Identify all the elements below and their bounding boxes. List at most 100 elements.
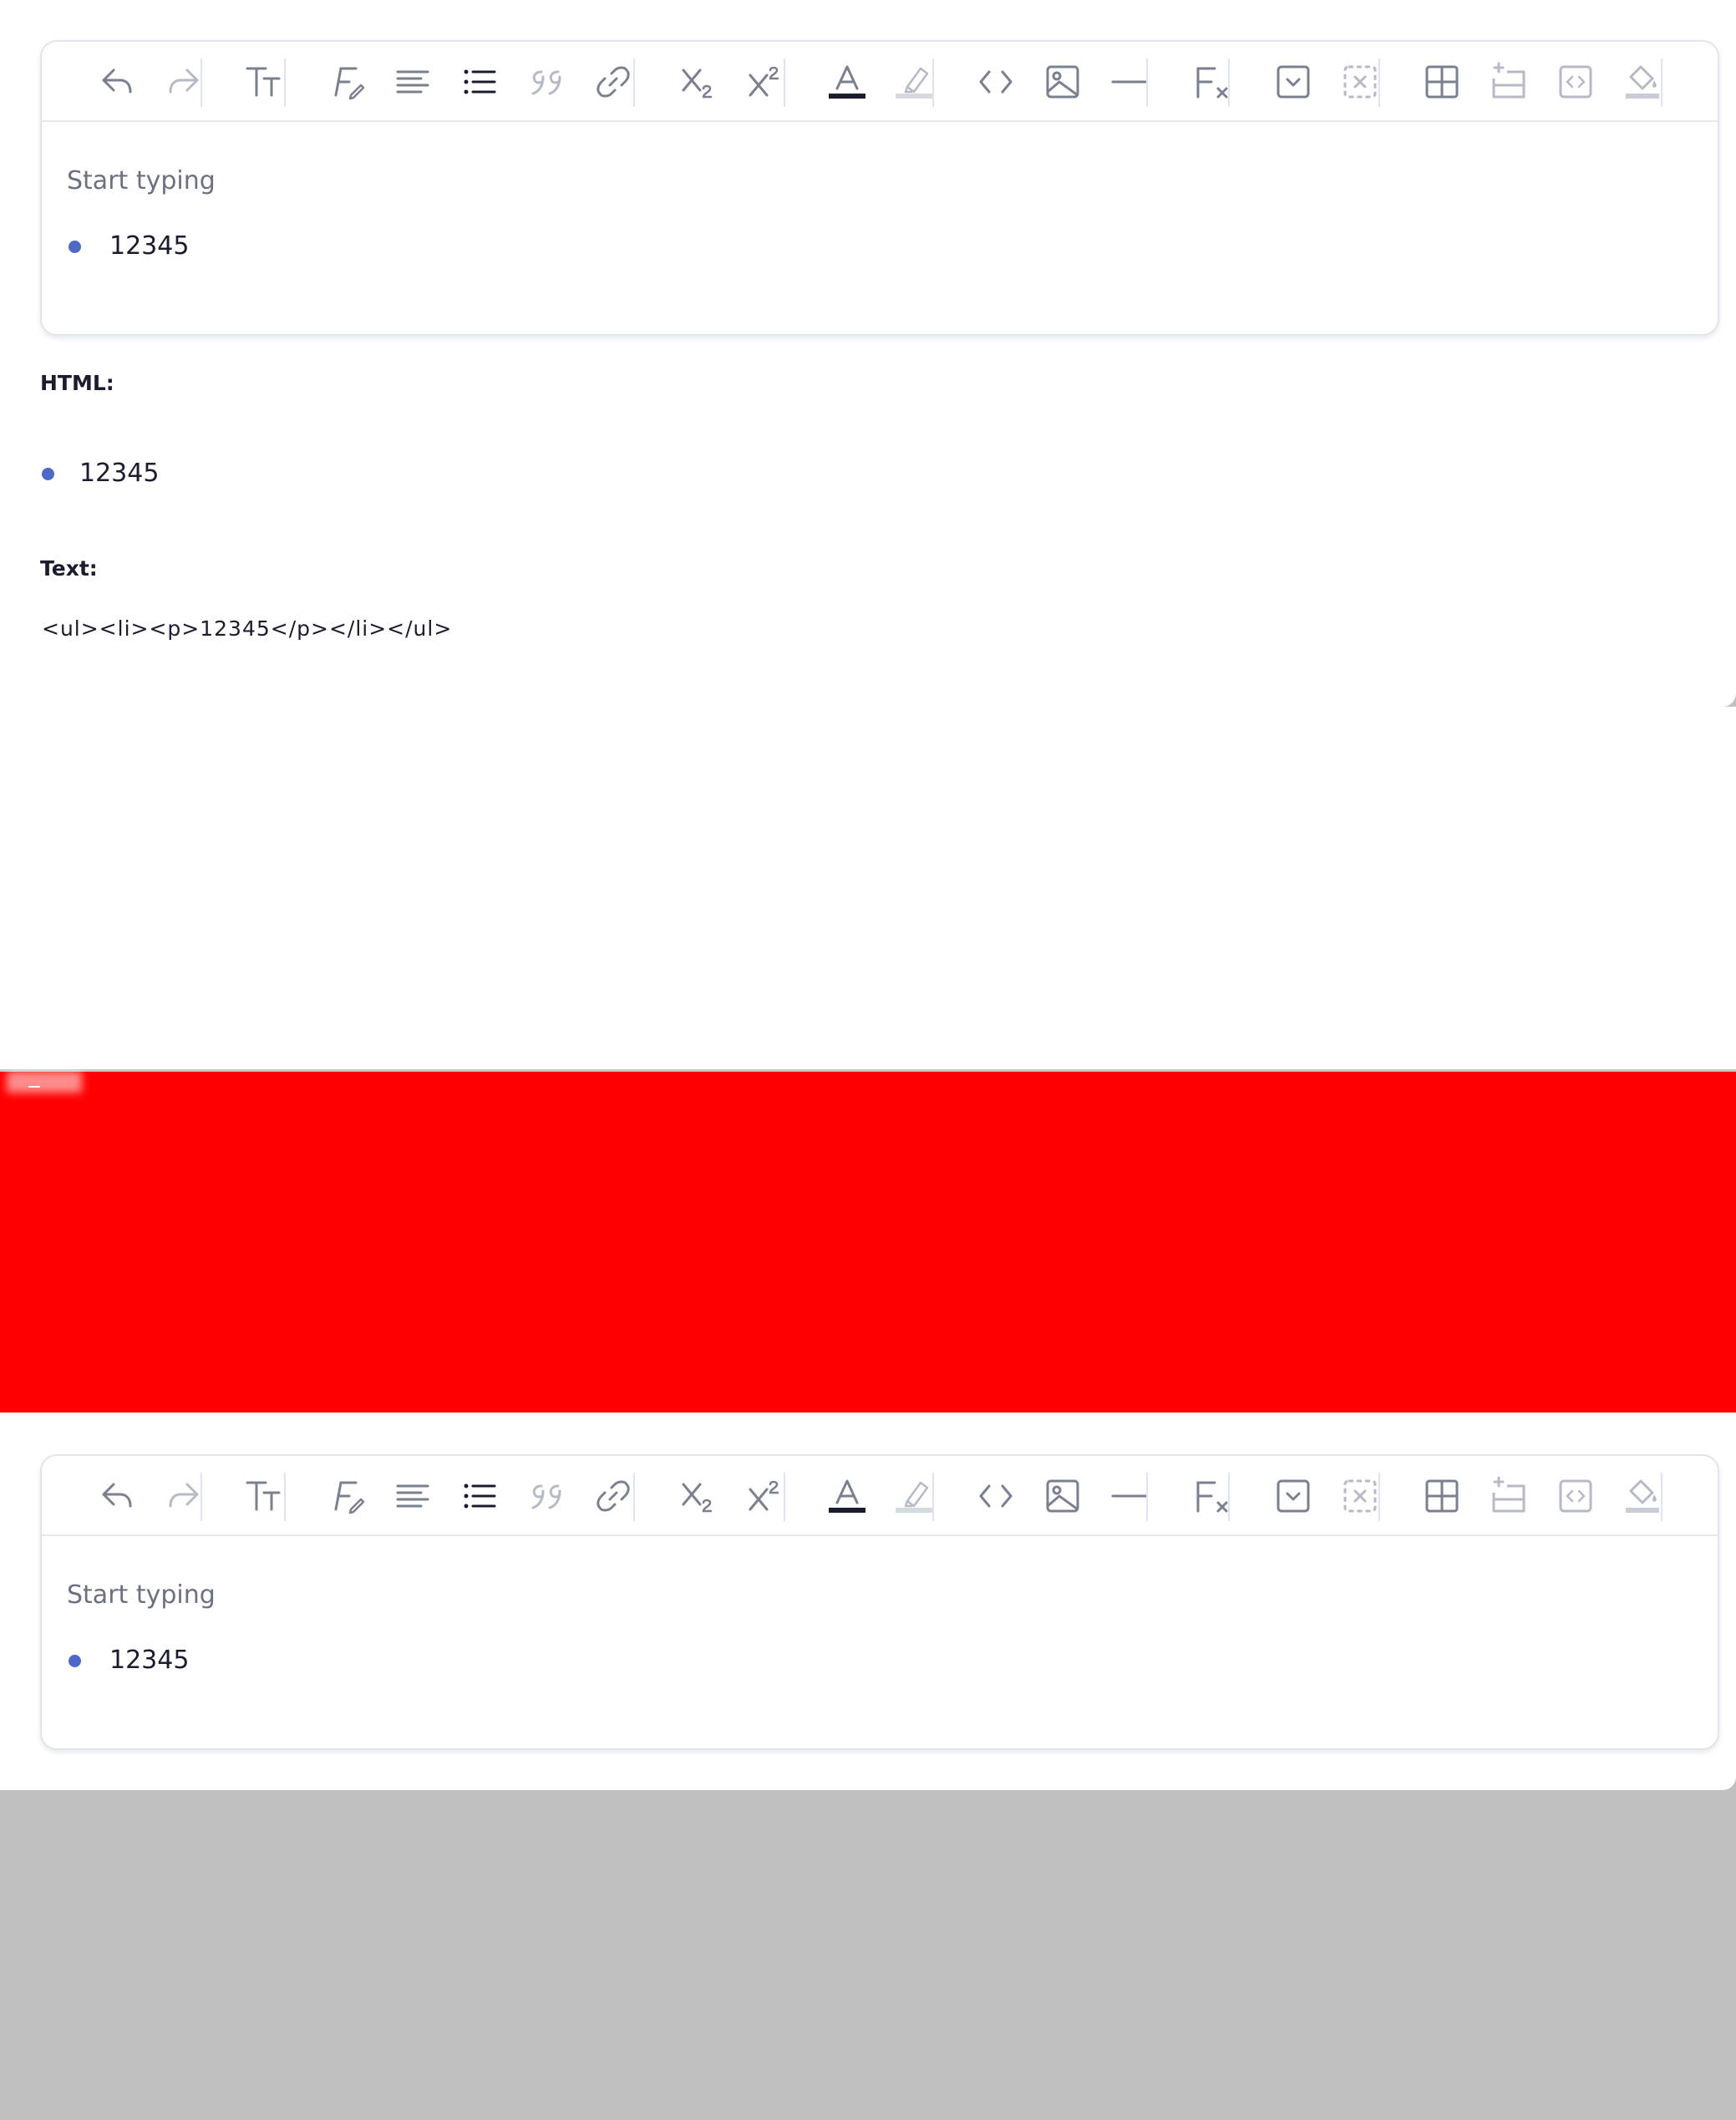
- table-button[interactable]: [1419, 1474, 1465, 1518]
- bullet-list-button[interactable]: [456, 60, 503, 104]
- undo-button[interactable]: [94, 1474, 140, 1518]
- toolbar-separator: [201, 58, 202, 107]
- add-row-icon: [1492, 62, 1525, 99]
- font-size-icon: [246, 67, 281, 97]
- subscript-icon: [682, 1483, 713, 1513]
- page-spacer: [0, 707, 1736, 1069]
- align-left-icon: [396, 70, 429, 94]
- code-button[interactable]: [972, 1474, 1019, 1518]
- superscript-icon: [749, 1480, 779, 1511]
- subscript-button[interactable]: [675, 1474, 722, 1518]
- details-button[interactable]: [1270, 60, 1317, 104]
- embed-icon: [1559, 1479, 1592, 1513]
- font-size-button[interactable]: [241, 1474, 287, 1518]
- toolbar-separator: [1661, 58, 1662, 107]
- image-button[interactable]: [1039, 1474, 1086, 1518]
- embed-button[interactable]: [1552, 60, 1599, 104]
- code-icon: [979, 70, 1013, 94]
- blockquote-icon: [531, 1484, 561, 1509]
- list-bullet: [69, 1654, 81, 1667]
- add-row-button[interactable]: [1485, 1474, 1532, 1518]
- font-size-button[interactable]: [241, 60, 287, 104]
- remove-details-icon: [1343, 1479, 1377, 1513]
- remove-details-button[interactable]: [1337, 1474, 1383, 1518]
- text-color-icon: [829, 65, 865, 99]
- embed-icon: [1559, 65, 1592, 99]
- details-button[interactable]: [1270, 1474, 1317, 1518]
- toolbar-separator: [633, 58, 635, 107]
- details-icon: [1277, 65, 1310, 99]
- highlight-button[interactable]: [891, 1474, 937, 1518]
- red-overlay-band: [0, 1069, 1736, 1412]
- toolbar-separator: [1378, 1473, 1380, 1521]
- blockquote-icon: [531, 70, 561, 95]
- remove-details-button[interactable]: [1337, 60, 1383, 104]
- font-style-button[interactable]: [322, 1474, 369, 1518]
- font-style-icon: [334, 1481, 365, 1514]
- text-color-button[interactable]: [824, 1474, 871, 1518]
- fill-color-button[interactable]: [1619, 1474, 1666, 1518]
- html-output-text: 12345: [79, 459, 160, 488]
- font-style-button[interactable]: [322, 60, 369, 104]
- add-row-icon: [1492, 1476, 1525, 1513]
- image-button[interactable]: [1039, 60, 1086, 104]
- code-button[interactable]: [972, 60, 1019, 104]
- subscript-icon: [682, 68, 713, 99]
- table-button[interactable]: [1419, 60, 1465, 104]
- embed-button[interactable]: [1552, 1474, 1599, 1518]
- bullet-list-icon: [464, 69, 496, 94]
- image-icon: [1046, 65, 1079, 99]
- blockquote-button[interactable]: [523, 1474, 570, 1518]
- highlight-button[interactable]: [891, 60, 937, 104]
- toolbar-separator: [1228, 1473, 1230, 1521]
- redo-icon: [169, 68, 199, 94]
- html-output-list-item: 12345: [42, 461, 159, 486]
- font-style-icon: [334, 67, 365, 100]
- subscript-button[interactable]: [675, 60, 722, 104]
- bottom-panel: Start typing 12345: [0, 1412, 1736, 1790]
- align-left-button[interactable]: [389, 1474, 436, 1518]
- image-icon: [1046, 1479, 1079, 1513]
- editor-placeholder[interactable]: Start typing: [67, 1583, 216, 1608]
- add-row-button[interactable]: [1485, 60, 1532, 104]
- toolbar-separator: [633, 1473, 635, 1521]
- toolbar-separator: [201, 1473, 202, 1521]
- list-bullet: [42, 467, 54, 480]
- undo-button[interactable]: [94, 60, 140, 104]
- toolbar-separator: [784, 1473, 785, 1521]
- horizontal-rule-icon: [1111, 80, 1148, 84]
- list-item[interactable]: 12345: [69, 234, 189, 259]
- toolbar-separator: [1378, 58, 1380, 107]
- toolbar-separator: [784, 58, 785, 107]
- bullet-list-icon: [464, 1483, 496, 1509]
- clear-format-icon: [1196, 67, 1228, 99]
- text-color-button[interactable]: [824, 60, 871, 104]
- list-item-text: 12345: [109, 1646, 190, 1675]
- link-icon: [596, 1480, 630, 1512]
- text-section-label: Text:: [40, 556, 98, 581]
- undo-icon: [102, 68, 132, 94]
- link-button[interactable]: [590, 1474, 637, 1518]
- bullet-list-button[interactable]: [456, 1474, 503, 1518]
- editor-placeholder[interactable]: Start typing: [67, 169, 216, 194]
- remove-details-icon: [1343, 65, 1377, 99]
- toolbar-separator: [1146, 1473, 1148, 1521]
- blockquote-button[interactable]: [523, 60, 570, 104]
- toolbar-separator: [284, 58, 286, 107]
- fill-color-button[interactable]: [1619, 60, 1666, 104]
- list-item[interactable]: 12345: [69, 1648, 189, 1673]
- link-icon: [596, 66, 630, 98]
- link-button[interactable]: [590, 60, 637, 104]
- code-icon: [979, 1484, 1013, 1508]
- fill-color-icon: [1626, 1479, 1659, 1513]
- toolbar-separator: [1146, 58, 1148, 107]
- superscript-button[interactable]: [742, 1474, 789, 1518]
- editor-toolbar: [42, 42, 1718, 122]
- highlight-icon: [896, 67, 932, 99]
- text-output-value: <ul><li><p>12345</p></li></ul>: [42, 616, 453, 641]
- align-left-button[interactable]: [389, 60, 436, 104]
- list-bullet: [69, 240, 81, 253]
- superscript-button[interactable]: [742, 60, 789, 104]
- table-icon: [1425, 1479, 1459, 1513]
- blurred-label: [7, 1071, 82, 1093]
